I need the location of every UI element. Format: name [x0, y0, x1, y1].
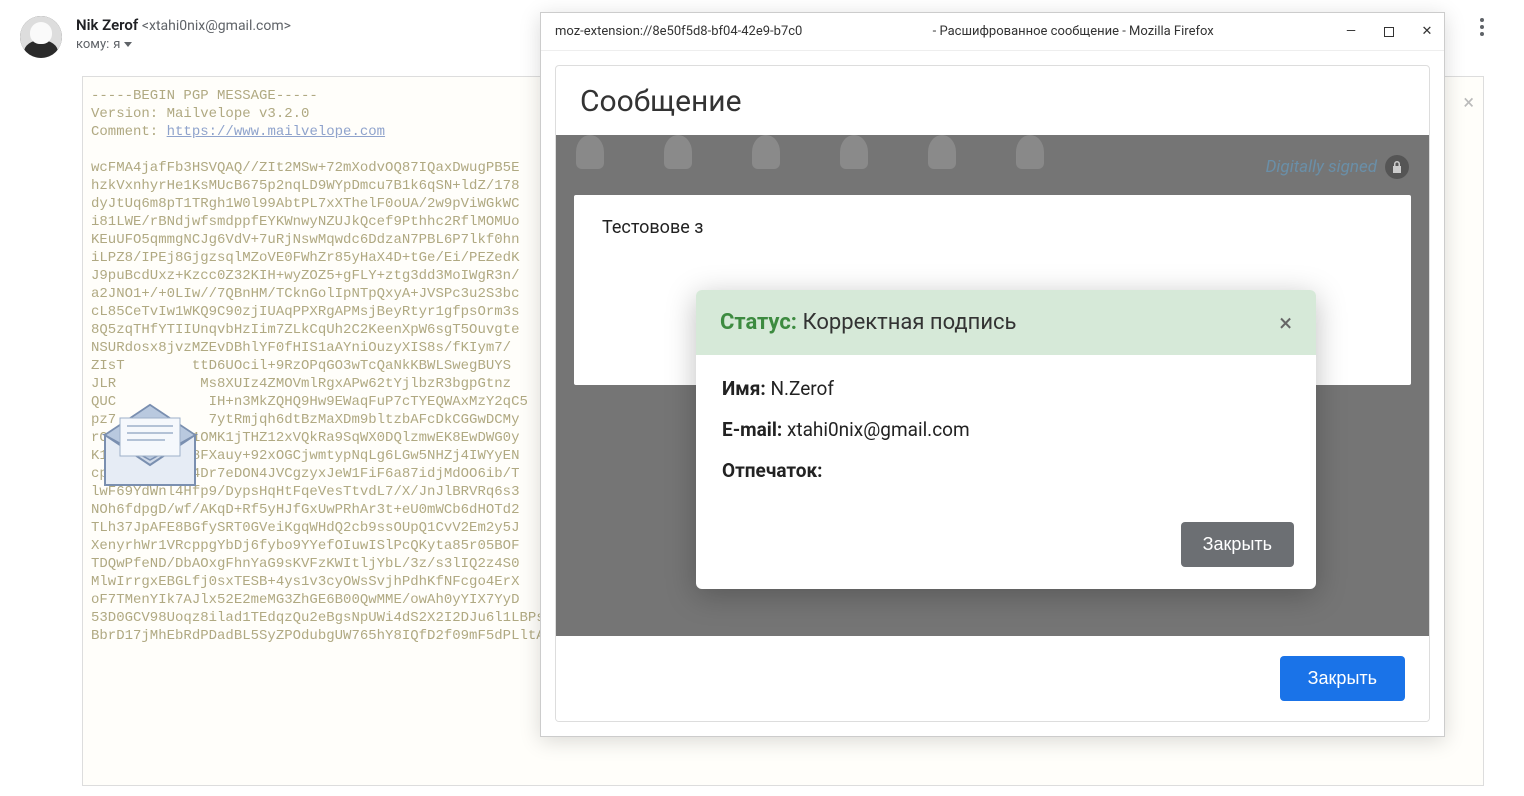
window-title: - Расшифрованное сообщение - Mozilla Fir…	[802, 24, 1344, 39]
sender-name: Nik Zerof	[76, 16, 138, 34]
name-label: Имя:	[722, 377, 766, 400]
maximize-button[interactable]	[1382, 25, 1396, 39]
window-url: moz-extension://8e50f5d8-bf04-42e9-b7c0	[555, 24, 802, 39]
status-close-icon[interactable]: ×	[1279, 311, 1292, 335]
minimize-button[interactable]: —	[1344, 25, 1358, 39]
digitally-signed-badge[interactable]: Digitally signed	[1266, 155, 1409, 179]
sender-avatar[interactable]	[20, 16, 62, 58]
dismiss-icon[interactable]: ×	[1463, 90, 1474, 114]
panel-close-button[interactable]: Закрыть	[1280, 656, 1405, 701]
chevron-down-icon	[124, 42, 132, 47]
status-body: Имя: N.Zerof E-mail: xtahi0nix@gmail.com…	[696, 355, 1316, 510]
panel-title: Сообщение	[556, 66, 1429, 135]
pgp-comment-link[interactable]: https://www.mailvelope.com	[167, 124, 385, 140]
lock-icon	[1385, 155, 1409, 179]
pgp-version: Version: Mailvelope v3.2.0	[91, 106, 309, 122]
status-close-button[interactable]: Закрыть	[1181, 522, 1294, 567]
status-value: Корректная подпись	[802, 310, 1016, 335]
email-label: E-mail:	[722, 418, 782, 441]
close-window-button[interactable]: ✕	[1420, 25, 1434, 39]
sender-email: <xtahi0nix@gmail.com>	[142, 18, 291, 34]
signed-label: Digitally signed	[1266, 157, 1377, 177]
status-header: Статус: Корректная подпись ×	[696, 290, 1316, 355]
name-value: N.Zerof	[770, 377, 834, 400]
message-panel: Сообщение Digitally signed Тестовове з	[555, 65, 1430, 722]
pgp-begin: -----BEGIN PGP MESSAGE-----	[91, 88, 318, 104]
to-label: кому:	[76, 37, 109, 52]
envelope-icon[interactable]	[95, 400, 205, 490]
pgp-comment-label: Comment:	[91, 124, 167, 140]
window-titlebar: moz-extension://8e50f5d8-bf04-42e9-b7c0 …	[541, 13, 1444, 51]
to-recipient: я	[113, 37, 120, 52]
fingerprint-label: Отпечаток:	[722, 459, 823, 482]
message-preview: Тестовове з	[602, 217, 703, 238]
message-content-area: Digitally signed Тестовове з Статус: Кор…	[556, 135, 1429, 636]
panel-footer: Закрыть	[556, 636, 1429, 721]
status-label: Статус:	[720, 310, 797, 335]
decrypted-message-window: moz-extension://8e50f5d8-bf04-42e9-b7c0 …	[540, 12, 1445, 737]
signature-status-modal: Статус: Корректная подпись × Имя: N.Zero…	[696, 290, 1316, 589]
email-value: xtahi0nix@gmail.com	[787, 418, 970, 441]
more-menu-icon[interactable]	[1480, 18, 1484, 36]
